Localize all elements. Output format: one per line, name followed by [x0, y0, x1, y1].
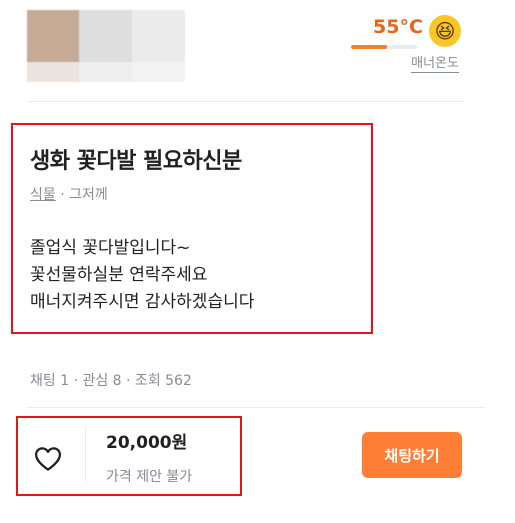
divider [27, 101, 465, 102]
post-time: 그저께 [69, 187, 108, 203]
manner-temperature[interactable]: 55°C 😆 매너온도 [351, 14, 463, 84]
vertical-divider [85, 426, 86, 482]
heart-outline-icon[interactable] [33, 444, 63, 474]
post-meta: 식물 · 그저께 [30, 184, 108, 204]
post-body-line: 꽃선물하실분 연락주세요 [30, 265, 208, 285]
blurred-profile-image [27, 10, 185, 82]
negotiation-status: 가격 제안 불가 [106, 469, 193, 485]
post-body-line: 졸업식 꽃다발입니다~ [30, 238, 191, 258]
post-category-link[interactable]: 식물 [30, 187, 56, 203]
post-body-line: 매너지켜주시면 감사하겠습니다 [30, 292, 255, 312]
manner-temp-label[interactable]: 매너온도 [411, 57, 459, 73]
post-title: 생화 꽃다발 필요하신분 [30, 149, 242, 174]
manner-temp-value: 55°C [373, 16, 423, 38]
divider [27, 407, 485, 408]
post-body: 졸업식 꽃다발입니다~ 꽃선물하실분 연락주세요 매너지켜주시면 감사하겠습니다 [30, 235, 254, 316]
post-stats: 채팅 1 · 관심 8 · 조회 562 [30, 373, 192, 389]
meta-separator: · [55, 187, 70, 203]
chat-button[interactable]: 채팅하기 [362, 432, 462, 478]
manner-temp-bar-fill [351, 45, 388, 49]
laughing-face-icon: 😆 [429, 15, 461, 47]
price: 20,000원 [106, 433, 188, 453]
manner-temp-bar [351, 45, 417, 49]
